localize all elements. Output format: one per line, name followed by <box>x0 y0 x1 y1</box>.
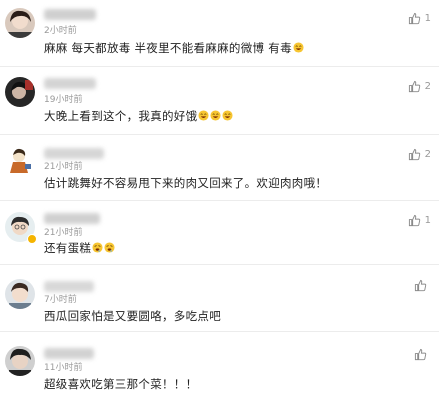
avatar[interactable] <box>5 346 35 376</box>
username-blurred[interactable] <box>44 281 94 292</box>
like-count: 2 <box>424 149 431 160</box>
laugh-emoji-icon <box>210 110 221 121</box>
thumbs-up-icon <box>408 148 420 161</box>
comment-text: 估计跳舞好不容易甩下来的肉又回来了。欢迎肉肉哦！ <box>44 176 327 191</box>
thumbs-up-icon <box>414 348 427 361</box>
comment-text-content: 还有蛋糕 <box>44 241 92 255</box>
comment-item: 7小时前 西瓜回家怕是又要圆咯，多吃点吧 <box>0 265 439 332</box>
username-blurred[interactable] <box>44 348 94 359</box>
comment-text-content: 超级喜欢吃第三那个菜！！！ <box>44 377 198 391</box>
verified-badge-icon <box>27 234 37 244</box>
avatar[interactable] <box>5 8 35 38</box>
like-button[interactable]: 1 <box>408 214 431 227</box>
username-blurred[interactable] <box>44 78 96 89</box>
avatar[interactable] <box>5 279 35 309</box>
comment-time: 2小时前 <box>44 26 77 36</box>
comment-text: 大晚上看到这个，我真的好饿 <box>44 109 233 124</box>
comment-item: 19小时前 大晚上看到这个，我真的好饿 2 <box>0 67 439 135</box>
comment-text: 西瓜回家怕是又要圆咯，多吃点吧 <box>44 309 221 324</box>
comment-item: 21小时前 还有蛋糕 1 <box>0 201 439 265</box>
like-button[interactable]: 2 <box>408 148 431 161</box>
avatar[interactable] <box>5 77 35 107</box>
thumbs-up-icon <box>408 80 420 93</box>
comment-list: 2小时前 麻麻 每天都放毒 半夜里不能看麻麻的微博 有毒 1 19小时前 大晚上… <box>0 0 439 400</box>
comment-item: 21小时前 估计跳舞好不容易甩下来的肉又回来了。欢迎肉肉哦！ 2 <box>0 135 439 201</box>
laugh-emoji-icon <box>293 42 304 53</box>
comment-text: 超级喜欢吃第三那个菜！！！ <box>44 377 197 392</box>
laugh-emoji-icon <box>222 110 233 121</box>
thumbs-up-icon <box>408 12 420 25</box>
drool-emoji-icon <box>104 242 115 253</box>
thumbs-up-icon <box>408 214 420 227</box>
like-count: 1 <box>424 215 431 226</box>
like-count: 2 <box>424 81 431 92</box>
comment-text-content: 西瓜回家怕是又要圆咯，多吃点吧 <box>44 309 221 323</box>
comment-text: 还有蛋糕 <box>44 241 115 256</box>
comment-text: 麻麻 每天都放毒 半夜里不能看麻麻的微博 有毒 <box>44 41 304 56</box>
comment-time: 19小时前 <box>44 95 83 105</box>
like-button[interactable] <box>414 348 431 361</box>
like-button[interactable] <box>414 279 431 292</box>
avatar[interactable] <box>5 146 35 176</box>
comment-time: 21小时前 <box>44 228 83 238</box>
username-blurred[interactable] <box>44 148 104 159</box>
comment-text-content: 麻麻 每天都放毒 半夜里不能看麻麻的微博 有毒 <box>44 41 292 55</box>
laugh-emoji-icon <box>198 110 209 121</box>
comment-text-content: 大晚上看到这个，我真的好饿 <box>44 109 198 123</box>
username-blurred[interactable] <box>44 9 96 20</box>
comment-time: 11小时前 <box>44 363 83 373</box>
comment-time: 21小时前 <box>44 162 83 172</box>
comment-time: 7小时前 <box>44 295 77 305</box>
thumbs-up-icon <box>414 279 427 292</box>
username-blurred[interactable] <box>44 213 100 224</box>
drool-emoji-icon <box>92 242 103 253</box>
comment-item: 11小时前 超级喜欢吃第三那个菜！！！ <box>0 332 439 400</box>
comment-text-content: 估计跳舞好不容易甩下来的肉又回来了。欢迎肉肉哦！ <box>44 176 328 190</box>
comment-item: 2小时前 麻麻 每天都放毒 半夜里不能看麻麻的微博 有毒 1 <box>0 0 439 67</box>
like-button[interactable]: 1 <box>408 12 431 25</box>
like-button[interactable]: 2 <box>408 80 431 93</box>
like-count: 1 <box>424 13 431 24</box>
